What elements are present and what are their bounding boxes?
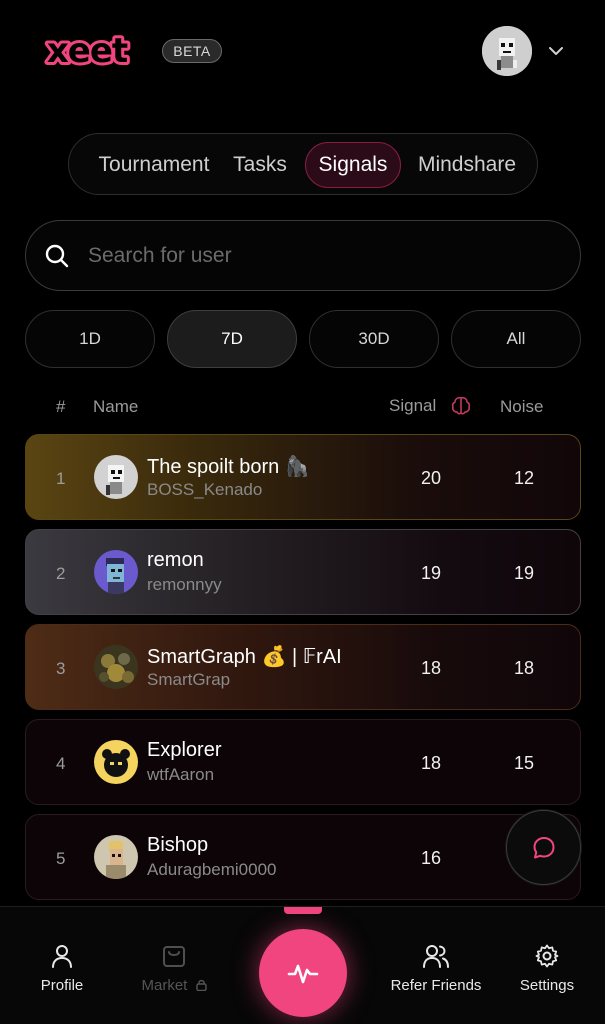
lock-icon xyxy=(195,979,207,992)
tab-signals[interactable]: Signals xyxy=(305,142,401,188)
column-noise-header[interactable]: Noise xyxy=(500,397,543,417)
active-indicator xyxy=(284,907,322,914)
row-signal: 20 xyxy=(420,468,442,488)
table-row[interactable]: 1 The spoilt born 🦍 BOSS_Kenado 20 12 xyxy=(25,434,581,520)
row-signal: 18 xyxy=(420,753,442,773)
row-handle: SmartGrap xyxy=(147,670,231,689)
users-icon xyxy=(423,945,449,968)
row-handle: wtfAaron xyxy=(147,765,215,784)
chevron-down-icon[interactable] xyxy=(545,40,567,62)
nav-market[interactable]: Market xyxy=(119,943,229,1003)
row-display-name: Bishop xyxy=(147,834,209,856)
tab-tasks[interactable]: Tasks xyxy=(227,142,293,188)
svg-text:xeet: xeet xyxy=(47,31,128,71)
activity-pulse-icon xyxy=(287,964,319,984)
nav-market-text: Market xyxy=(141,977,188,994)
avatar xyxy=(94,740,138,784)
section-tabs: Tournament Tasks Signals Mindshare xyxy=(68,133,538,195)
row-noise: 12 xyxy=(513,468,535,488)
search-icon xyxy=(45,244,69,268)
nav-settings-label: Settings xyxy=(519,977,575,994)
column-signal-header[interactable]: Signal xyxy=(389,396,436,416)
avatar xyxy=(94,455,138,499)
gear-icon xyxy=(535,944,559,968)
column-rank-header: # xyxy=(56,397,66,416)
nav-market-label: Market xyxy=(141,977,207,994)
user-avatar[interactable] xyxy=(482,26,532,76)
period-1d-button[interactable]: 1D xyxy=(25,310,155,368)
row-noise: 15 xyxy=(513,753,535,773)
beta-badge: BETA xyxy=(162,39,222,63)
user-icon xyxy=(52,945,72,968)
chat-bubble-icon xyxy=(533,836,554,858)
nav-refer-friends-label: Refer Friends xyxy=(390,977,482,994)
row-rank: 4 xyxy=(56,754,66,773)
period-7d-button[interactable]: 7D xyxy=(167,310,297,368)
shopping-bag-icon xyxy=(163,946,185,967)
nav-profile[interactable]: Profile xyxy=(7,943,117,1003)
table-row[interactable]: 2 remon remonnyy 19 19 xyxy=(25,529,581,615)
row-signal: 18 xyxy=(420,658,442,678)
row-noise: 19 xyxy=(513,563,535,583)
row-display-name: SmartGraph 💰 | 𝔽rAI xyxy=(147,646,342,668)
xeet-logo[interactable]: xeet xyxy=(26,30,148,72)
app-header: xeet BETA xyxy=(0,0,605,110)
pixel-skull-avatar-icon xyxy=(482,26,532,76)
search-input[interactable] xyxy=(88,238,548,274)
row-signal: 19 xyxy=(420,563,442,583)
period-all-button[interactable]: All xyxy=(451,310,581,368)
row-handle: BOSS_Kenado xyxy=(147,480,263,499)
row-rank: 3 xyxy=(56,659,66,678)
avatar xyxy=(94,645,138,689)
avatar xyxy=(94,550,138,594)
signals-activity-button[interactable] xyxy=(259,929,347,1017)
row-rank: 1 xyxy=(56,469,66,488)
tab-tournament[interactable]: Tournament xyxy=(79,142,229,188)
row-handle: Aduragbemi0000 xyxy=(147,860,277,879)
row-display-name: remon xyxy=(147,549,204,571)
search-bar xyxy=(25,220,581,291)
table-row[interactable]: 3 SmartGraph 💰 | 𝔽rAI SmartGrap 18 18 xyxy=(25,624,581,710)
table-row[interactable]: 4 Explorer wtfAaron 18 15 xyxy=(25,719,581,805)
table-row[interactable]: 5 Bishop Aduragbemi0000 16 xyxy=(25,814,581,900)
nav-profile-label: Profile xyxy=(40,977,84,994)
nav-refer-friends[interactable]: Refer Friends xyxy=(381,943,491,1003)
brain-icon xyxy=(451,396,471,415)
row-noise: 18 xyxy=(513,658,535,678)
row-handle: remonnyy xyxy=(147,575,222,594)
nav-settings[interactable]: Settings xyxy=(492,943,602,1003)
column-name-header[interactable]: Name xyxy=(93,397,138,417)
period-30d-button[interactable]: 30D xyxy=(309,310,439,368)
chat-button[interactable] xyxy=(506,810,581,885)
row-rank: 5 xyxy=(56,849,66,868)
tab-mindshare[interactable]: Mindshare xyxy=(411,142,523,188)
bottom-navigation: Profile Market Refer Friends Settings xyxy=(0,906,605,1024)
row-display-name: Explorer xyxy=(147,739,222,761)
row-rank: 2 xyxy=(56,564,66,583)
row-display-name: The spoilt born 🦍 xyxy=(147,456,310,478)
avatar xyxy=(94,835,138,879)
row-signal: 16 xyxy=(420,848,442,868)
